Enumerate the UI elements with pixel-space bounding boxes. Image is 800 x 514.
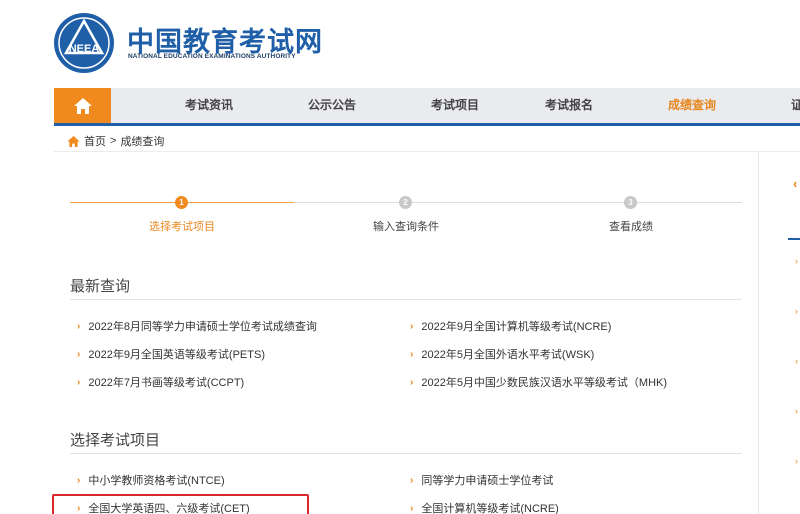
latest-query-link[interactable]: › 2022年5月中国少数民族汉语水平等级考试（MHK) [410,374,667,390]
logo-badge-text: NEEA [69,43,100,55]
cet-highlight-box [52,494,309,514]
arrow-icon: › [410,376,414,388]
arrow-icon: › [77,376,81,388]
home-icon [73,97,92,114]
arrow-icon: › [410,474,414,486]
latest-queries-divider [70,299,742,300]
arrow-icon: › [410,348,414,360]
latest-query-link[interactable]: › 2022年9月全国计算机等级考试(NCRE) [410,318,611,334]
site-subtitle: NATIONAL EDUCATION EXAMINATIONS AUTHORIT… [128,53,296,60]
exam-projects-divider [70,453,742,454]
sidebar-arrow-icon: › [795,356,798,366]
latest-query-link[interactable]: › 2022年7月书画等级考试(CCPT) [77,374,244,390]
arrow-icon: › [410,320,414,332]
breadcrumb-home-link[interactable]: 首页 [84,133,106,149]
sidebar-arrow-icon: › [795,306,798,316]
step-1-dot: 1 [175,196,188,209]
breadcrumb-home-icon [67,135,80,147]
sidebar-heading-underline [788,238,800,240]
step-2-label: 输入查询条件 [373,221,439,233]
site-header: NEEA 中国教育考试网 NATIONAL EDUCATION EXAMINAT… [0,0,800,88]
exam-project-link-ncre[interactable]: › 全国计算机等级考试(NCRE) [410,500,559,514]
sidebar-chevron-icon[interactable]: ‹ [793,176,797,191]
exam-project-link-master-degree[interactable]: › 同等学力申请硕士学位考试 [410,472,553,488]
breadcrumb-separator: > [110,135,117,147]
arrow-icon: › [77,348,81,360]
latest-queries-heading: 最新查询 [70,278,131,295]
breadcrumb-divider [54,151,800,152]
latest-query-link[interactable]: › 2022年8月同等学力申请硕士学位考试成绩查询 [77,318,317,334]
nav-home-button[interactable] [54,88,111,123]
latest-query-link[interactable]: › 2022年9月全国英语等级考试(PETS) [77,346,265,362]
arrow-icon: › [77,320,81,332]
breadcrumb-current: 成绩查询 [120,136,165,148]
sidebar-arrow-icon: › [795,406,798,416]
arrow-icon: › [410,502,414,514]
breadcrumb: 首页 > 成绩查询 [67,133,164,149]
arrow-icon: › [77,474,81,486]
exam-projects-heading: 选择考试项目 [70,432,161,449]
nav-item-certificate[interactable]: 证 [791,88,800,123]
nav-item-exam-projects[interactable]: 考试项目 [431,88,479,123]
sidebar-arrow-icon: › [795,256,798,266]
sidebar-arrow-icon: › [795,456,798,466]
step-3-dot: 3 [624,196,637,209]
main-nav: 考试资讯 公示公告 考试项目 考试报名 成绩查询 证 [54,88,800,126]
sidebar-divider [758,152,759,514]
nav-item-score-query[interactable]: 成绩查询 [668,88,716,123]
nav-item-announcements[interactable]: 公示公告 [308,88,356,123]
step-3-label: 查看成绩 [609,221,653,233]
step-2-dot: 2 [399,196,412,209]
latest-query-link[interactable]: › 2022年5月全国外语水平考试(WSK) [410,346,594,362]
step-1-label: 选择考试项目 [149,221,215,233]
neea-logo-icon[interactable]: NEEA [53,12,115,74]
nav-item-registration[interactable]: 考试报名 [545,88,593,123]
step-progress-remaining [294,202,742,203]
nav-item-news[interactable]: 考试资讯 [185,88,233,123]
exam-project-link-ntce[interactable]: › 中小学教师资格考试(NTCE) [77,472,225,488]
